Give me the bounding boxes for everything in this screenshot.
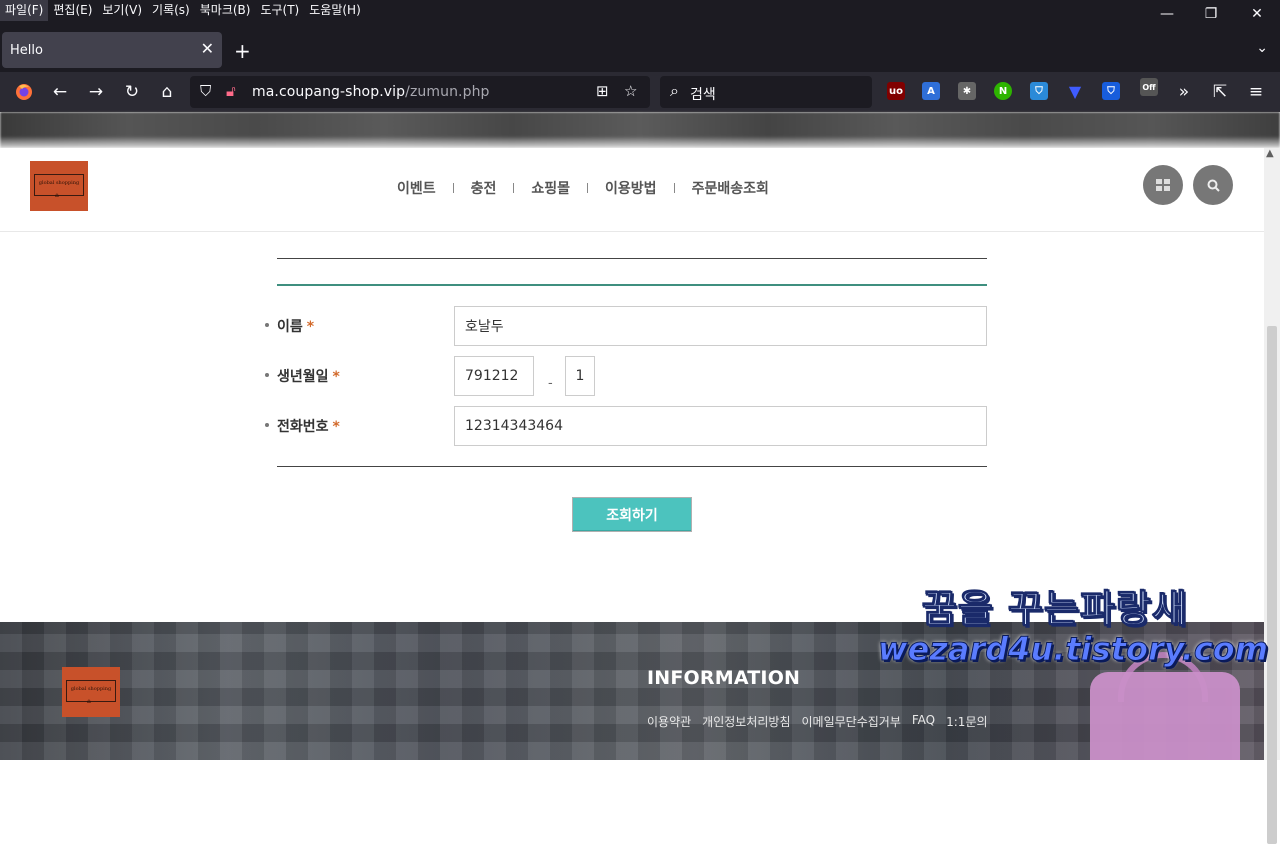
footer-info-title: INFORMATION — [647, 667, 801, 689]
list-all-tabs-icon[interactable]: ⌄ — [1256, 40, 1268, 56]
gender-digit-input[interactable]: 1 — [565, 356, 595, 396]
menu-file[interactable]: 파일(F) — [0, 0, 49, 21]
bookmarks-bar-blurred — [0, 112, 1280, 148]
ublock-icon[interactable]: uo — [887, 82, 905, 100]
logo-bag-icon: ⌂ — [87, 698, 91, 705]
footer-link-terms[interactable]: 이용약관 — [647, 713, 691, 730]
off-extension-icon[interactable]: Off — [1140, 78, 1158, 96]
footer-logo[interactable]: global shopping ⌂ — [62, 667, 120, 717]
tab-hello[interactable]: Hello ✕ — [2, 32, 222, 68]
tab-bar: Hello ✕ + ⌄ — [0, 21, 1280, 72]
footer-link-inquiry[interactable]: 1:1문의 — [946, 713, 987, 730]
menu-history[interactable]: 기록(s) — [147, 0, 195, 21]
footer-handbag-image — [1090, 672, 1240, 760]
phone-input[interactable]: 12314343464 — [454, 406, 987, 446]
nav-toolbar: ← → ↻ ⌂ ⛉ 🔓︎ ma.coupang-shop.vip/zumun.p… — [0, 72, 1280, 112]
menu-edit[interactable]: 편집(E) — [48, 0, 97, 21]
bullet — [265, 423, 269, 427]
menu-help[interactable]: 도움말(H) — [304, 0, 366, 21]
naver-icon[interactable]: N — [994, 82, 1012, 100]
insecure-lock-icon[interactable]: 🔓︎ — [226, 82, 236, 100]
watermark-url: wezard4u.tistory.com — [877, 630, 1269, 669]
footer-logo-text: global shopping — [70, 686, 112, 692]
site-search-button[interactable] — [1193, 165, 1233, 205]
nav-order-tracking[interactable]: 주문배송조회 — [675, 178, 786, 198]
birth-label: 생년월일 * — [277, 369, 340, 385]
name-label: 이름 * — [277, 319, 315, 335]
extension-icon[interactable]: ✱ — [958, 82, 976, 100]
extensions-icon[interactable]: ⇱ — [1208, 80, 1232, 104]
main-nav: 이벤트 충전 쇼핑몰 이용방법 주문배송조회 — [380, 177, 786, 199]
scroll-up-icon[interactable]: ▲ — [1266, 148, 1274, 159]
translate-icon[interactable]: ⊞ — [596, 82, 609, 100]
birth-input[interactable]: 791212 — [454, 356, 534, 396]
nav-event[interactable]: 이벤트 — [380, 178, 453, 198]
reload-icon[interactable]: ↻ — [120, 80, 144, 104]
search-icon — [1207, 179, 1220, 192]
lookup-button[interactable]: 조회하기 — [572, 497, 692, 532]
new-tab-button[interactable]: + — [234, 41, 251, 61]
back-icon[interactable]: ← — [48, 80, 72, 104]
form-accent-line — [277, 284, 987, 286]
bitwarden-icon[interactable]: ⛉ — [1102, 82, 1120, 100]
tracking-shield-icon[interactable]: ⛉ — [200, 82, 211, 100]
more-tools-icon[interactable]: » — [1172, 80, 1196, 104]
app-menu-icon[interactable]: ≡ — [1244, 80, 1268, 104]
site-logo[interactable]: global shopping ⌂ — [30, 161, 88, 211]
birth-row: 생년월일 * — [265, 356, 985, 396]
download-arrow-icon[interactable]: ▼ — [1066, 82, 1084, 101]
footer-link-privacy[interactable]: 개인정보처리방침 — [702, 713, 790, 730]
nav-howto[interactable]: 이용방법 — [588, 178, 674, 198]
footer-link-email-refusal[interactable]: 이메일무단수집거부 — [802, 713, 901, 730]
footer-link-faq[interactable]: FAQ — [912, 713, 935, 730]
nav-shop[interactable]: 쇼핑몰 — [514, 178, 587, 198]
logo-bag-icon: ⌂ — [55, 192, 59, 199]
menu-bar: 파일(F) 편집(E) 보기(V) 기록(s) 북마크(B) 도구(T) 도움말… — [0, 0, 1280, 21]
nav-charge[interactable]: 충전 — [454, 178, 514, 198]
watermark-title: 꿈을 꾸는파랑새 — [922, 587, 1188, 632]
bullet — [265, 373, 269, 377]
url-text[interactable]: ma.coupang-shop.vip/zumun.php — [252, 84, 490, 100]
bullet — [265, 323, 269, 327]
grid-icon — [1156, 179, 1170, 191]
form-bottom-line — [277, 466, 987, 467]
address-bar[interactable]: ⛉ 🔓︎ ma.coupang-shop.vip/zumun.php ⊞ ☆ — [190, 76, 650, 108]
page-scrollbar[interactable]: ▲ — [1264, 148, 1280, 844]
form-top-line — [277, 258, 987, 259]
translate-extension-icon[interactable]: A — [922, 82, 940, 100]
grid-menu-button[interactable] — [1143, 165, 1183, 205]
phone-label: 전화번호 * — [277, 419, 340, 435]
shield-extension-icon[interactable]: ⛉ — [1030, 82, 1048, 100]
search-box[interactable]: ⌕ 검색 — [660, 76, 872, 108]
logo-text: global shopping — [38, 180, 80, 186]
forward-icon[interactable]: → — [84, 80, 108, 104]
scrollbar-thumb[interactable] — [1267, 326, 1277, 844]
search-placeholder: 검색 — [690, 87, 716, 103]
footer-links: 이용약관 개인정보처리방침 이메일무단수집거부 FAQ 1:1문의 — [647, 713, 999, 730]
bookmark-star-icon[interactable]: ☆ — [624, 82, 637, 100]
search-icon: ⌕ — [670, 81, 679, 100]
menu-view[interactable]: 보기(V) — [97, 0, 147, 21]
birth-separator: - — [548, 376, 553, 391]
tab-title: Hello — [10, 42, 43, 58]
name-input[interactable]: 호날두 — [454, 306, 987, 346]
home-icon[interactable]: ⌂ — [155, 80, 179, 104]
site-header: global shopping ⌂ 이벤트 충전 쇼핑몰 이용방법 주문배송조회 — [0, 148, 1264, 232]
menu-bookmarks[interactable]: 북마크(B) — [195, 0, 256, 21]
firefox-icon[interactable] — [12, 80, 36, 104]
tab-close-icon[interactable]: ✕ — [201, 39, 214, 58]
menu-tools[interactable]: 도구(T) — [255, 0, 304, 21]
